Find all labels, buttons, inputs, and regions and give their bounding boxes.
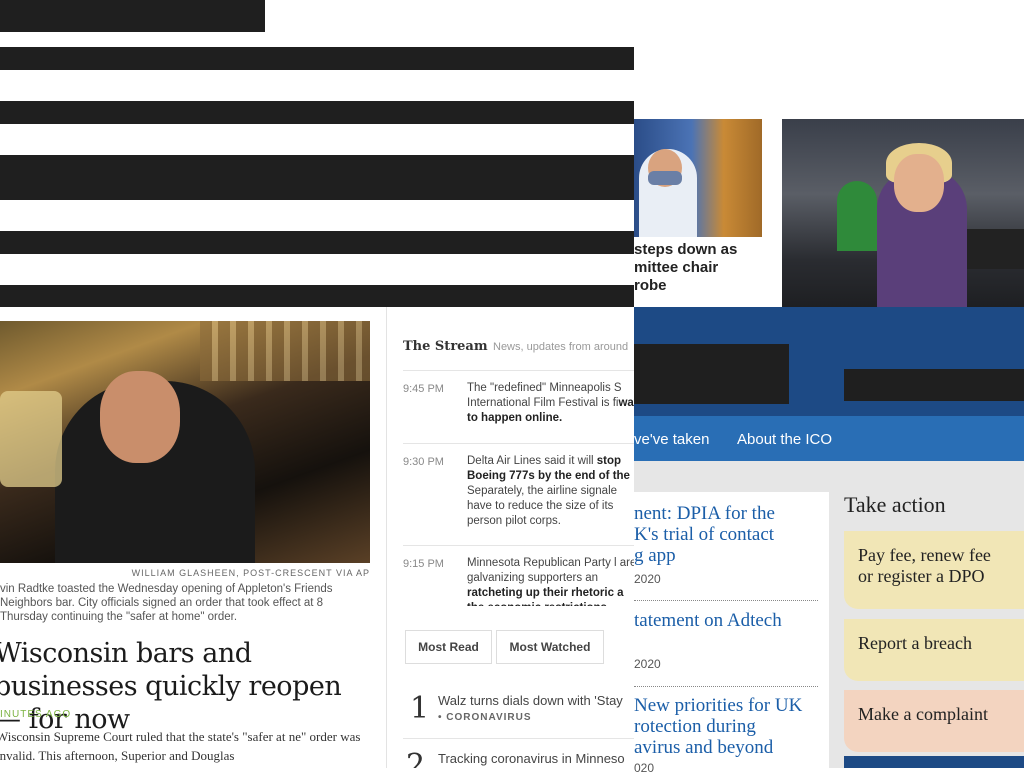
article-timestamp: INUTES AGO [0, 709, 72, 720]
stream-item-time: 9:15 PM [403, 558, 444, 570]
stream-item[interactable]: 9:45 PM The "redefined" Minneapolis S In… [403, 370, 634, 441]
stream-title: The Stream [403, 339, 488, 354]
ranked-story-title[interactable]: Tracking coronavirus in Minneso [438, 751, 625, 766]
ico-article-link[interactable]: tatement on Adtech [634, 610, 782, 631]
stream-item[interactable]: 9:30 PM Delta Air Lines said it will sto… [403, 443, 634, 544]
make-complaint-button[interactable]: Make a complaint [844, 690, 1024, 752]
ico-article-link-line: nent: DPIA for the [634, 503, 775, 524]
stream-item-text: Minnesota Republican Party l are galvani… [467, 557, 634, 606]
redaction-bar-4 [0, 155, 634, 200]
ico-article-link-line: K's trial of contact [634, 524, 775, 545]
photo-caption: vin Radtke toasted the Wednesday opening… [0, 583, 333, 623]
stream-item-text: The "redefined" Minneapolis S Internatio… [467, 382, 634, 424]
photo-credit: WILLIAM GLASHEEN, POST-CRESCENT VIA AP [131, 568, 370, 578]
nav-item-about-ico[interactable]: About the ICO [737, 431, 832, 448]
story-photo-bar[interactable] [782, 119, 1024, 307]
ico-article-link-line: avirus and beyond [634, 737, 774, 758]
ico-article-date: 2020 [634, 657, 661, 671]
news-page: WILLIAM GLASHEEN, POST-CRESCENT VIA AP v… [0, 307, 634, 768]
story-photo-official[interactable] [634, 119, 762, 237]
redaction-block [844, 369, 1024, 401]
take-action-heading: Take action [844, 492, 946, 517]
redaction-block [634, 344, 789, 404]
ico-separator [634, 600, 818, 601]
redaction-bar-6 [0, 285, 634, 307]
article-summary: Wisconsin Supreme Court ruled that the s… [0, 729, 361, 763]
stream-item-time: 9:30 PM [403, 456, 444, 468]
ico-article-link-line: rotection during [634, 716, 756, 737]
rank-number: 1 [410, 691, 430, 726]
ico-separator [634, 686, 818, 687]
stream-item-time: 9:45 PM [403, 383, 444, 395]
redaction-bar-1 [0, 0, 265, 32]
tab-most-read[interactable]: Most Read [405, 630, 492, 664]
story-headline-line: robe [634, 277, 667, 294]
ico-article-link[interactable]: New priorities for UK rotection during a… [634, 695, 802, 758]
ico-article-date: 020 [634, 761, 655, 775]
story-headline-line: steps down as [634, 241, 738, 258]
stream-item[interactable]: 9:15 PM Minnesota Republican Party l are… [403, 545, 634, 606]
pay-fee-button[interactable]: Pay fee, renew fee or register a DPO [844, 531, 1024, 609]
ico-header [634, 307, 1024, 416]
stream-subtitle: News, updates from around [493, 341, 629, 353]
ico-article-date: 2020 [634, 572, 661, 586]
ranked-story-title[interactable]: Walz turns dials down with 'Stay [438, 693, 623, 708]
ico-article-link-line: g app [634, 545, 676, 566]
ico-article-link[interactable]: nent: DPIA for the K's trial of contact … [634, 503, 775, 566]
ranked-divider [403, 738, 634, 739]
ico-article-link-line: New priorities for UK [634, 695, 803, 716]
report-breach-button[interactable]: Report a breach [844, 619, 1024, 681]
tab-most-watched[interactable]: Most Watched [496, 630, 604, 664]
redaction-bar-3 [0, 101, 634, 124]
rank-number: 2 [406, 748, 426, 768]
ico-article-link-line: tatement on Adtech [634, 610, 782, 631]
article-headline[interactable]: Wisconsin bars and businesses quickly re… [0, 637, 364, 736]
stream-item-text: Delta Air Lines said it will stop Boeing… [467, 455, 630, 527]
nav-item-actions-taken[interactable]: ve've taken [634, 431, 709, 448]
ranked-story-category[interactable]: • CORONAVIRUS [438, 712, 532, 723]
next-action-button[interactable] [844, 756, 1024, 768]
hero-photo[interactable] [0, 321, 370, 563]
story-headline-line: mittee chair [634, 259, 719, 276]
redaction-bar-5 [0, 231, 634, 254]
column-divider [386, 307, 387, 768]
redaction-bar-2 [0, 47, 634, 70]
story-headline[interactable]: steps down as mittee chair robe [634, 241, 782, 295]
